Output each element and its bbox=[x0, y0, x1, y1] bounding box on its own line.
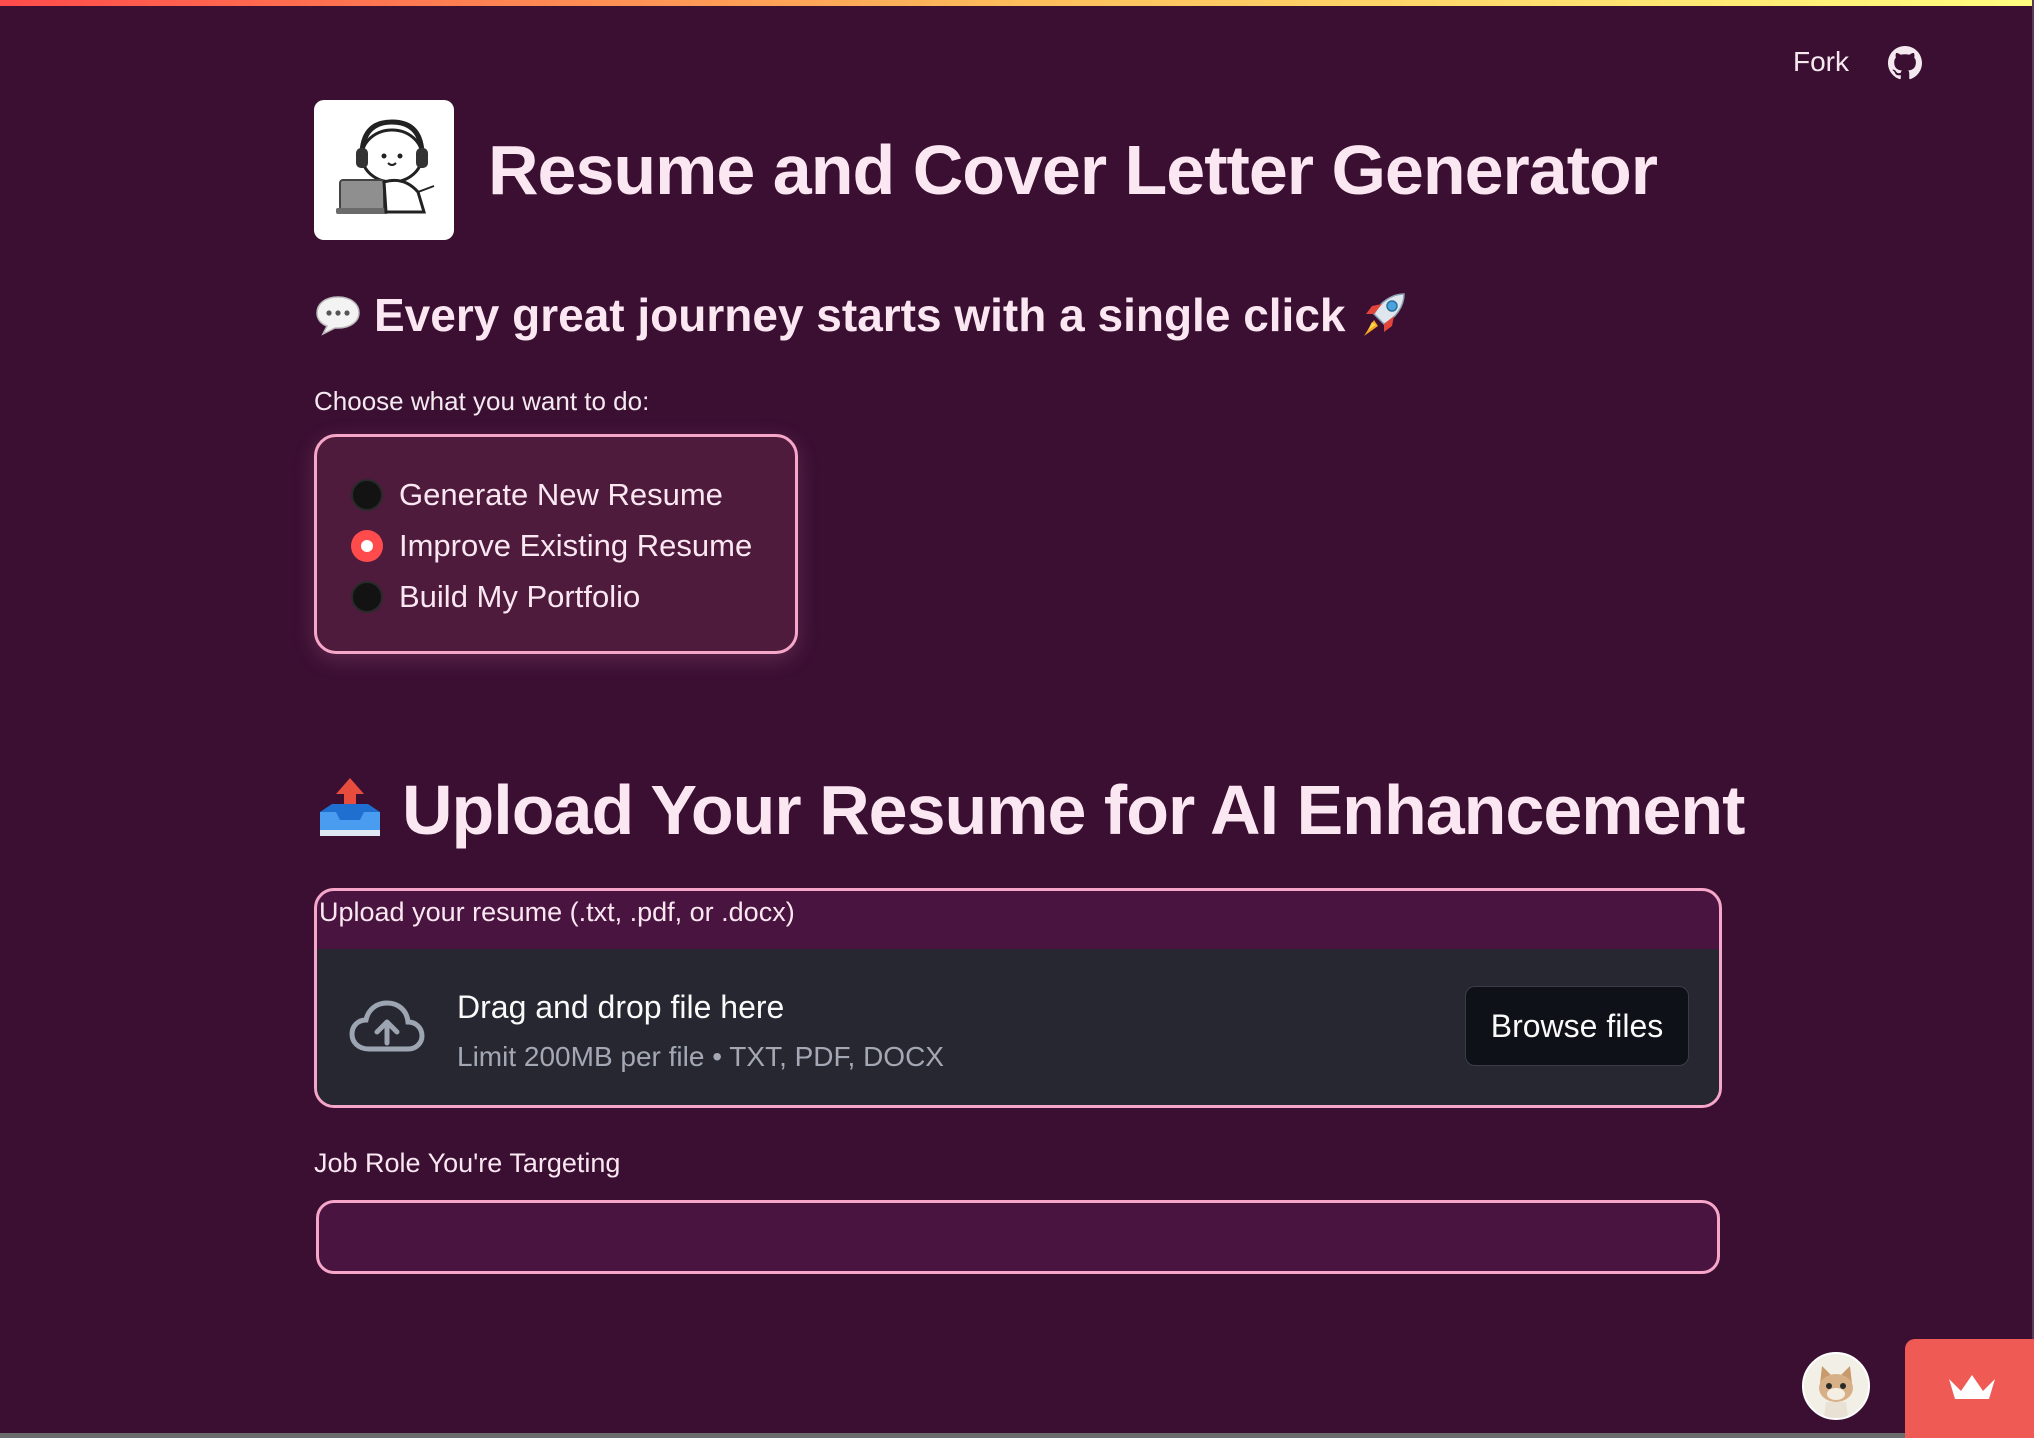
file-dropzone[interactable]: Drag and drop file here Limit 200MB per … bbox=[317, 949, 1719, 1105]
rocket-icon bbox=[1363, 293, 1405, 336]
cloud-upload-icon bbox=[349, 1000, 425, 1052]
resume-uploader: Upload your resume (.txt, .pdf, or .docx… bbox=[314, 888, 1722, 1108]
radio-generate-new-resume[interactable]: Generate New Resume bbox=[351, 477, 723, 513]
job-role-label: Job Role You're Targeting bbox=[314, 1148, 621, 1178]
cat-avatar-icon bbox=[1804, 1354, 1868, 1418]
deploy-crown-button[interactable] bbox=[1905, 1339, 2034, 1438]
radio-circle[interactable] bbox=[351, 479, 383, 511]
tagline: Every great journey starts with a single… bbox=[314, 288, 1410, 342]
radio-label: Generate New Resume bbox=[399, 477, 723, 512]
cat-avatar[interactable] bbox=[1802, 1352, 1870, 1420]
upload-section-title-text: Upload Your Resume for AI Enhancement bbox=[402, 771, 1745, 849]
inbox-tray-icon bbox=[320, 778, 380, 836]
mode-label: Choose what you want to do: bbox=[314, 386, 650, 416]
page-title: Resume and Cover Letter Generator bbox=[488, 131, 1658, 209]
mode-radio-group: Generate New Resume Improve Existing Res… bbox=[314, 434, 798, 654]
github-icon[interactable] bbox=[1888, 46, 1922, 80]
fork-link[interactable]: Fork bbox=[1793, 46, 1849, 78]
radio-circle-selected[interactable] bbox=[351, 530, 383, 562]
speech-bubble-icon bbox=[316, 296, 360, 336]
tagline-text: Every great journey starts with a single… bbox=[374, 289, 1346, 341]
dropzone-limit-hint: Limit 200MB per file • TXT, PDF, DOCX bbox=[457, 1041, 944, 1072]
uploader-label: Upload your resume (.txt, .pdf, or .docx… bbox=[319, 897, 795, 927]
radio-build-my-portfolio[interactable]: Build My Portfolio bbox=[351, 579, 640, 615]
window-edge-bottom bbox=[0, 1433, 2034, 1438]
radio-improve-existing-resume[interactable]: Improve Existing Resume bbox=[351, 528, 752, 564]
job-role-input[interactable] bbox=[316, 1200, 1720, 1274]
upload-section-title: Upload Your Resume for AI Enhancement bbox=[314, 770, 1745, 850]
crown-icon bbox=[1949, 1375, 1995, 1399]
dropzone-title: Drag and drop file here bbox=[457, 989, 785, 1025]
browse-files-button[interactable]: Browse files bbox=[1465, 986, 1689, 1066]
radio-label: Build My Portfolio bbox=[399, 579, 641, 614]
radio-circle[interactable] bbox=[351, 581, 383, 613]
app-logo bbox=[314, 100, 454, 240]
radio-label: Improve Existing Resume bbox=[399, 528, 753, 563]
top-gradient-bar bbox=[0, 0, 2034, 6]
cat-headphones-laptop-logo-icon bbox=[336, 119, 435, 214]
